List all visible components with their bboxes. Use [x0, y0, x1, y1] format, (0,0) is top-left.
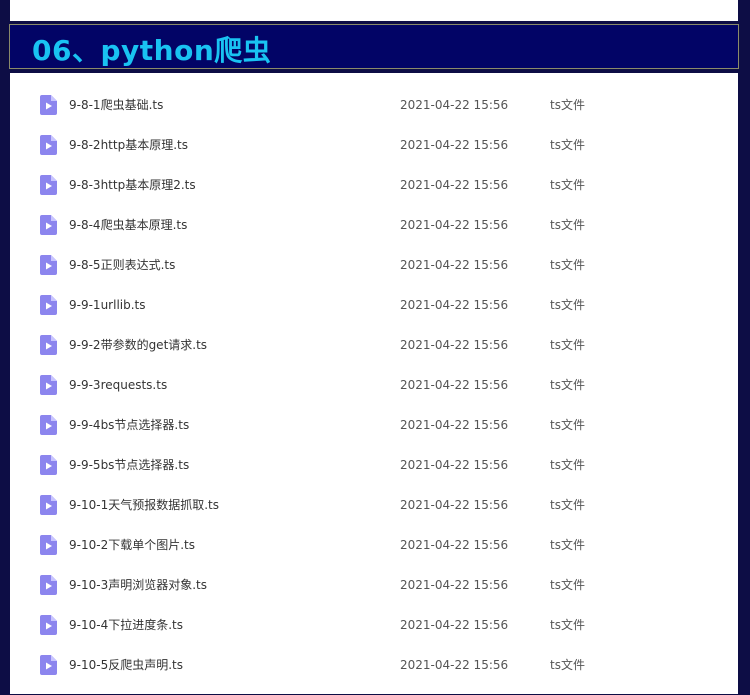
- file-row[interactable]: 9-10-2下载单个图片.ts 2021-04-22 15:56 ts文件: [10, 535, 738, 575]
- file-date: 2021-04-22 15:56: [400, 338, 509, 352]
- file-row[interactable]: 9-8-1爬虫基础.ts 2021-04-22 15:56 ts文件: [10, 95, 738, 135]
- video-file-icon: [40, 375, 57, 395]
- top-white-strip: [10, 0, 738, 21]
- file-list: 9-8-1爬虫基础.ts 2021-04-22 15:56 ts文件 9-8-2…: [10, 73, 738, 694]
- file-date: 2021-04-22 15:56: [400, 298, 509, 312]
- video-file-icon: [40, 335, 57, 355]
- file-type: ts文件: [550, 98, 585, 112]
- file-date: 2021-04-22 15:56: [400, 138, 509, 152]
- file-type: ts文件: [550, 138, 585, 152]
- file-name: 9-10-5反爬虫声明.ts: [69, 658, 183, 672]
- file-name: 9-8-5正则表达式.ts: [69, 258, 176, 272]
- file-type: ts文件: [550, 578, 585, 592]
- video-file-icon: [40, 415, 57, 435]
- file-type: ts文件: [550, 298, 585, 312]
- file-row[interactable]: 9-9-5bs节点选择器.ts 2021-04-22 15:56 ts文件: [10, 455, 738, 495]
- file-type: ts文件: [550, 458, 585, 472]
- file-type: ts文件: [550, 338, 585, 352]
- file-row[interactable]: 9-10-5反爬虫声明.ts 2021-04-22 15:56 ts文件: [10, 655, 738, 695]
- file-date: 2021-04-22 15:56: [400, 458, 509, 472]
- video-file-icon: [40, 615, 57, 635]
- video-file-icon: [40, 135, 57, 155]
- file-date: 2021-04-22 15:56: [400, 498, 509, 512]
- file-date: 2021-04-22 15:56: [400, 378, 509, 392]
- file-type: ts文件: [550, 538, 585, 552]
- file-date: 2021-04-22 15:56: [400, 258, 509, 272]
- video-file-icon: [40, 175, 57, 195]
- file-name: 9-8-4爬虫基本原理.ts: [69, 218, 188, 232]
- video-file-icon: [40, 575, 57, 595]
- file-name: 9-10-1天气预报数据抓取.ts: [69, 498, 219, 512]
- file-type: ts文件: [550, 178, 585, 192]
- file-row[interactable]: 9-10-3声明浏览器对象.ts 2021-04-22 15:56 ts文件: [10, 575, 738, 615]
- video-file-icon: [40, 95, 57, 115]
- file-type: ts文件: [550, 378, 585, 392]
- file-row[interactable]: 9-10-4下拉进度条.ts 2021-04-22 15:56 ts文件: [10, 615, 738, 655]
- file-name: 9-9-1urllib.ts: [69, 298, 146, 312]
- file-type: ts文件: [550, 218, 585, 232]
- file-row[interactable]: 9-8-2http基本原理.ts 2021-04-22 15:56 ts文件: [10, 135, 738, 175]
- section-header: 06、python爬虫: [9, 24, 739, 69]
- file-date: 2021-04-22 15:56: [400, 178, 509, 192]
- file-row[interactable]: 9-9-2带参数的get请求.ts 2021-04-22 15:56 ts文件: [10, 335, 738, 375]
- video-file-icon: [40, 215, 57, 235]
- file-name: 9-9-4bs节点选择器.ts: [69, 418, 190, 432]
- file-name: 9-10-2下载单个图片.ts: [69, 538, 195, 552]
- file-name: 9-9-3requests.ts: [69, 378, 168, 392]
- video-file-icon: [40, 535, 57, 555]
- file-name: 9-9-2带参数的get请求.ts: [69, 338, 208, 352]
- file-date: 2021-04-22 15:56: [400, 98, 509, 112]
- file-name: 9-10-3声明浏览器对象.ts: [69, 578, 207, 592]
- file-row[interactable]: 9-10-1天气预报数据抓取.ts 2021-04-22 15:56 ts文件: [10, 495, 738, 535]
- file-date: 2021-04-22 15:56: [400, 418, 509, 432]
- file-row[interactable]: 9-8-3http基本原理2.ts 2021-04-22 15:56 ts文件: [10, 175, 738, 215]
- file-type: ts文件: [550, 658, 585, 672]
- file-name: 9-10-4下拉进度条.ts: [69, 618, 183, 632]
- video-file-icon: [40, 295, 57, 315]
- file-type: ts文件: [550, 258, 585, 272]
- section-title: 06、python爬虫: [32, 34, 272, 67]
- file-name: 9-8-2http基本原理.ts: [69, 138, 188, 152]
- file-row[interactable]: 9-9-3requests.ts 2021-04-22 15:56 ts文件: [10, 375, 738, 415]
- video-file-icon: [40, 455, 57, 475]
- file-date: 2021-04-22 15:56: [400, 538, 509, 552]
- file-date: 2021-04-22 15:56: [400, 618, 509, 632]
- file-date: 2021-04-22 15:56: [400, 658, 509, 672]
- video-file-icon: [40, 655, 57, 675]
- video-file-icon: [40, 255, 57, 275]
- file-name: 9-8-1爬虫基础.ts: [69, 98, 164, 112]
- file-type: ts文件: [550, 418, 585, 432]
- file-row[interactable]: 9-8-5正则表达式.ts 2021-04-22 15:56 ts文件: [10, 255, 738, 295]
- video-file-icon: [40, 495, 57, 515]
- file-type: ts文件: [550, 498, 585, 512]
- file-row[interactable]: 9-8-4爬虫基本原理.ts 2021-04-22 15:56 ts文件: [10, 215, 738, 255]
- file-date: 2021-04-22 15:56: [400, 218, 509, 232]
- file-name: 9-9-5bs节点选择器.ts: [69, 458, 190, 472]
- file-date: 2021-04-22 15:56: [400, 578, 509, 592]
- file-row[interactable]: 9-9-1urllib.ts 2021-04-22 15:56 ts文件: [10, 295, 738, 335]
- file-row[interactable]: 9-9-4bs节点选择器.ts 2021-04-22 15:56 ts文件: [10, 415, 738, 455]
- file-type: ts文件: [550, 618, 585, 632]
- file-name: 9-8-3http基本原理2.ts: [69, 178, 196, 192]
